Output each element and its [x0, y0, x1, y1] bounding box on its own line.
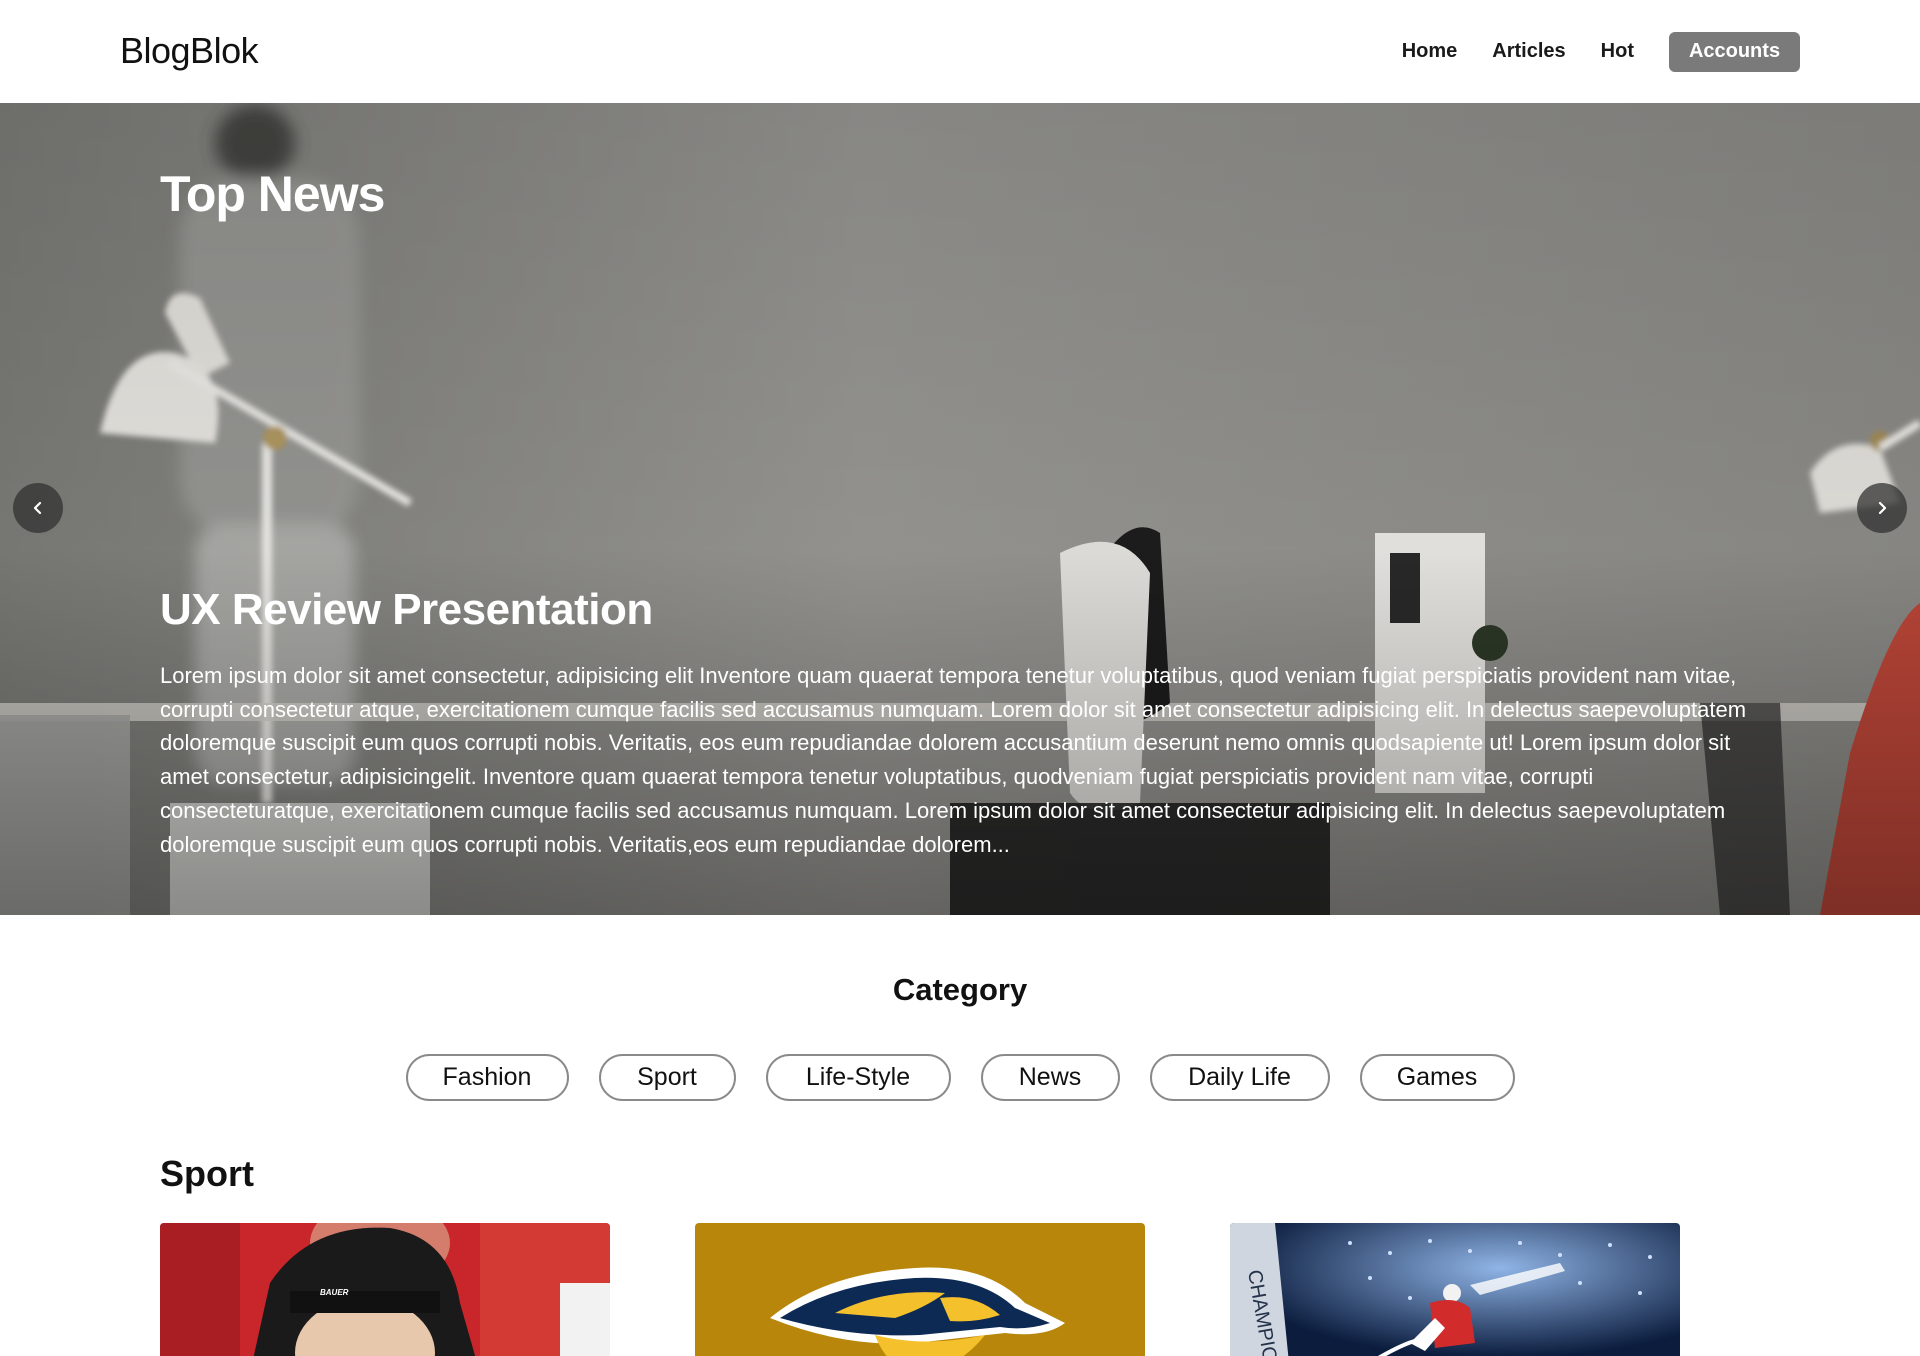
- carousel-next-button[interactable]: [1857, 483, 1907, 533]
- sport-card-3[interactable]: CHAMPION: [1230, 1223, 1680, 1356]
- main-nav: Home Articles Hot Accounts: [1402, 0, 1920, 103]
- category-heading: Category: [892, 972, 1028, 1007]
- article-excerpt: Lorem ipsum dolor sit amet consectetur, …: [160, 663, 1747, 857]
- sport-card-2[interactable]: [695, 1223, 1145, 1356]
- nav-home-link[interactable]: Home: [1402, 40, 1458, 63]
- category-chip-games[interactable]: Games: [1359, 1054, 1515, 1101]
- helmet-logo-text: BAUER: [320, 1288, 349, 1297]
- nav-hot-link[interactable]: Hot: [1601, 40, 1634, 63]
- article-title[interactable]: UX Review Presentation: [160, 585, 653, 635]
- category-chips: Fashion Sport Life-Style News Daily Life…: [0, 1054, 1920, 1101]
- accounts-button[interactable]: Accounts: [1669, 31, 1800, 72]
- predators-logo-image: [695, 1223, 1145, 1356]
- hockey-player-closeup-image: BAUER: [160, 1223, 610, 1356]
- nav-articles-link[interactable]: Articles: [1492, 40, 1565, 63]
- top-news-carousel: Top News UX Review Presentation Lorem ip…: [0, 103, 1920, 915]
- category-chip-daily-life[interactable]: Daily Life: [1149, 1054, 1330, 1101]
- chevron-right-icon: [1878, 501, 1887, 515]
- carousel-prev-button[interactable]: [13, 483, 63, 533]
- brand-logo[interactable]: BlogBlok: [120, 30, 259, 72]
- chevron-left-icon: [33, 501, 42, 515]
- top-news-title: Top News: [160, 166, 385, 222]
- category-chip-life-style[interactable]: Life-Style: [765, 1054, 951, 1101]
- category-chip-fashion[interactable]: Fashion: [405, 1054, 569, 1101]
- category-chip-news[interactable]: News: [980, 1054, 1120, 1101]
- sport-card-1[interactable]: BAUER: [160, 1223, 610, 1356]
- site-header: BlogBlok Home Articles Hot Accounts: [0, 0, 1920, 103]
- category-chip-sport[interactable]: Sport: [598, 1054, 736, 1101]
- hockey-arena-image: CHAMPION: [1230, 1223, 1680, 1356]
- sport-section-heading: Sport: [160, 1153, 254, 1194]
